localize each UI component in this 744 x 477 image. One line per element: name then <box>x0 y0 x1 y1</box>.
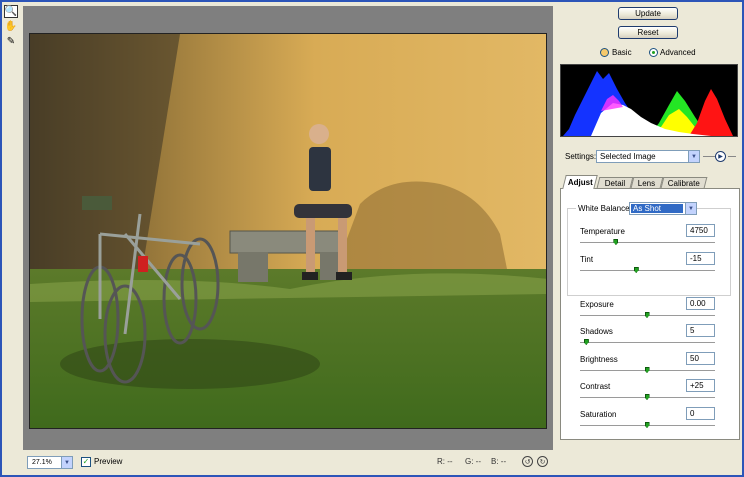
reset-button[interactable]: Reset <box>618 26 678 39</box>
tab-lens[interactable]: Lens <box>630 177 664 188</box>
hand-icon[interactable]: ✋ <box>4 20 18 33</box>
shadows-slider[interactable] <box>580 339 715 345</box>
temperature-label: Temperature <box>580 227 625 236</box>
tab-lens-label: Lens <box>638 178 656 188</box>
exposure-slider[interactable] <box>580 312 715 318</box>
settings-select[interactable]: Selected Image ▼ <box>596 150 700 163</box>
advanced-radio-label: Advanced <box>660 48 696 57</box>
preview-photo[interactable] <box>29 33 547 429</box>
divider <box>728 156 736 157</box>
zoom-icon[interactable]: 🔍 <box>4 5 18 18</box>
green-readout: G: -- <box>465 457 481 466</box>
advanced-radio[interactable] <box>649 48 658 57</box>
settings-value: Selected Image <box>600 152 656 161</box>
update-button[interactable]: Update <box>618 7 678 20</box>
saturation-label: Saturation <box>580 410 617 419</box>
basic-radio-label: Basic <box>612 48 632 57</box>
chevron-down-icon: ▼ <box>688 151 699 162</box>
exposure-slider-thumb[interactable] <box>644 312 650 318</box>
tab-bar: Adjust Detail Lens Calibrate <box>560 175 740 189</box>
contrast-slider-thumb[interactable] <box>644 394 650 400</box>
status-bar: 27.1% ▼ ✓ Preview R: -- G: -- B: -- ↺ ↻ <box>23 452 553 472</box>
eyedropper-icon[interactable]: ✎ <box>4 35 18 48</box>
preview-canvas[interactable] <box>23 6 553 450</box>
white-balance-select[interactable]: As Shot ▼ <box>629 202 697 215</box>
adjust-tab-panel: White Balance: As Shot ▼ Temperature 4750… <box>560 188 740 440</box>
histogram-graph <box>563 71 733 136</box>
settings-label: Settings: <box>565 152 597 161</box>
tab-calibrate-label: Calibrate <box>667 178 700 188</box>
shadows-value[interactable]: 5 <box>686 324 715 337</box>
shadows-label: Shadows <box>580 327 613 336</box>
exposure-label: Exposure <box>580 300 614 309</box>
rotate-left-icon[interactable]: ↺ <box>522 456 533 467</box>
tab-calibrate[interactable]: Calibrate <box>660 177 708 188</box>
contrast-label: Contrast <box>580 382 611 391</box>
basic-radio[interactable] <box>600 48 609 57</box>
zoom-select[interactable]: 27.1% ▼ <box>27 456 73 469</box>
brightness-value[interactable]: 50 <box>686 352 715 365</box>
tab-adjust[interactable]: Adjust <box>562 175 598 189</box>
temperature-slider[interactable] <box>580 239 715 245</box>
preview-checkbox[interactable]: ✓ <box>81 457 91 467</box>
histogram <box>560 64 738 137</box>
contrast-slider[interactable] <box>580 394 715 400</box>
brightness-slider[interactable] <box>580 367 715 373</box>
tint-slider[interactable] <box>580 267 715 273</box>
preview-label: Preview <box>94 457 123 466</box>
tab-detail[interactable]: Detail <box>596 177 634 188</box>
settings-panel: Update Reset Basic Advanced Settings: Se… <box>557 0 741 477</box>
divider <box>703 156 715 157</box>
tab-adjust-label: Adjust <box>567 178 593 187</box>
tool-strip: 🔍 ✋ ✎ <box>4 5 20 50</box>
brightness-label: Brightness <box>580 355 618 364</box>
contrast-value[interactable]: +25 <box>686 379 715 392</box>
tint-label: Tint <box>580 255 594 264</box>
photo-image <box>30 34 546 428</box>
saturation-slider[interactable] <box>580 422 715 428</box>
chevron-down-icon: ▼ <box>685 203 696 214</box>
saturation-slider-thumb[interactable] <box>644 422 650 428</box>
settings-menu-icon[interactable]: ▶ <box>715 151 726 162</box>
saturation-value[interactable]: 0 <box>686 407 715 420</box>
shadows-slider-thumb[interactable] <box>583 339 589 345</box>
temperature-value[interactable]: 4750 <box>686 224 715 237</box>
white-balance-value: As Shot <box>631 204 683 213</box>
rotate-right-icon[interactable]: ↻ <box>537 456 548 467</box>
zoom-value: 27.1% <box>32 459 52 466</box>
exposure-value[interactable]: 0.00 <box>686 297 715 310</box>
chevron-down-icon: ▼ <box>61 457 72 468</box>
blue-readout: B: -- <box>491 457 507 466</box>
tint-value[interactable]: -15 <box>686 252 715 265</box>
tab-detail-label: Detail <box>604 178 626 188</box>
brightness-slider-thumb[interactable] <box>644 367 650 373</box>
red-readout: R: -- <box>437 457 453 466</box>
white-balance-label: White Balance: <box>576 204 634 213</box>
